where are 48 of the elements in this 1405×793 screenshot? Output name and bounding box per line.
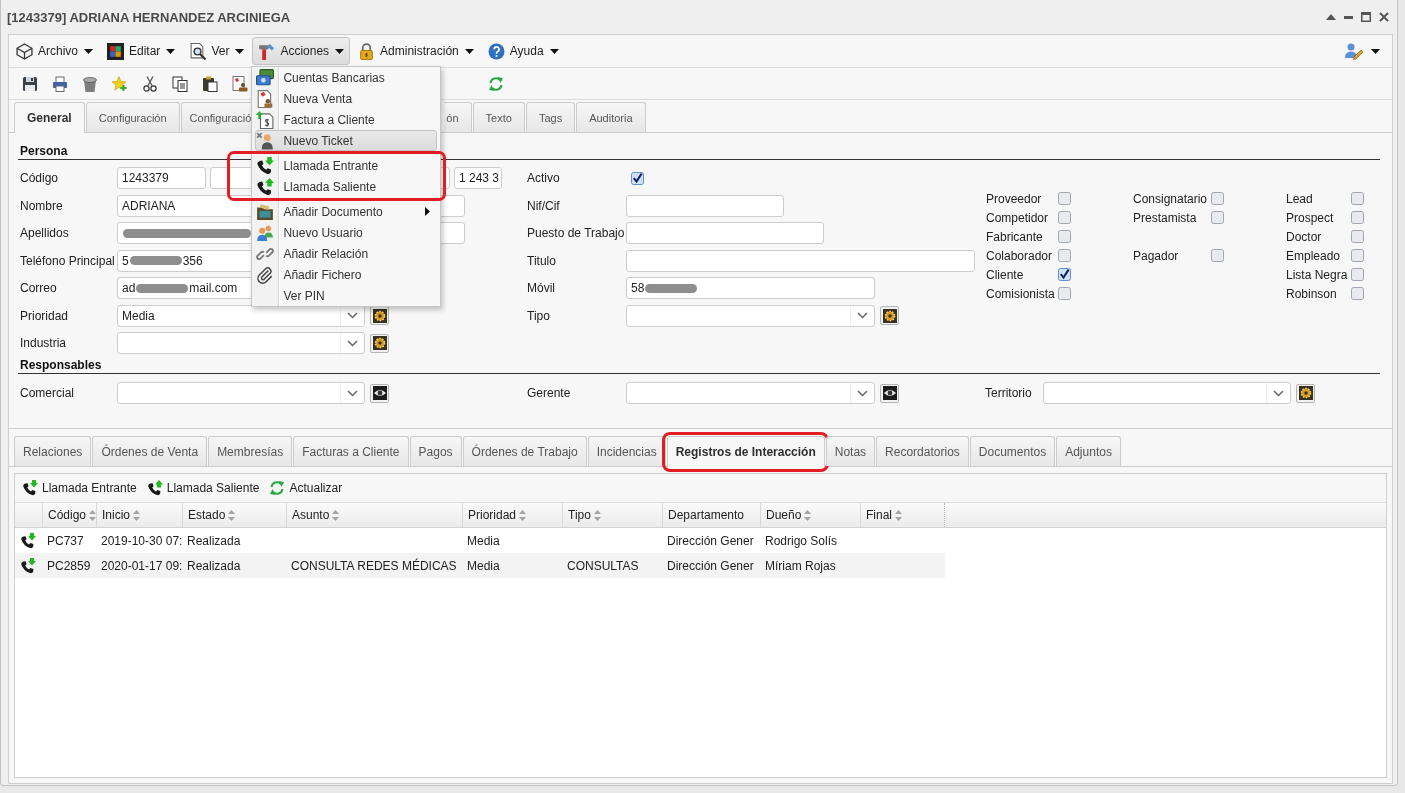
field-label: Titulo (526, 253, 557, 268)
table-cell-text: Rodrigo Solís (764, 533, 839, 548)
field-label: Teléfono Principal (19, 253, 116, 268)
table-cell-text: Realizada (186, 533, 242, 548)
field-label: Correo (19, 281, 58, 295)
field-label: Territorio (984, 386, 1033, 400)
table-cell-text: Dirección Gener (666, 533, 755, 548)
checkbox-label: Colaborador (985, 248, 1054, 263)
checkbox-label: Consignatario (1132, 191, 1209, 206)
checkbox-label: Lead (1285, 191, 1314, 206)
field-label: Prioridad (19, 308, 70, 323)
table-cell-text: 2019-10-30 07: (100, 533, 183, 548)
field-label: Comercial (19, 386, 75, 400)
field-label: Apellidos (19, 226, 70, 240)
table-cell-text: PC737 (46, 533, 85, 548)
table-cell-text: Míriam Rojas (764, 558, 837, 573)
table-cell-text: Realizada (186, 558, 242, 573)
field-label: Activo (526, 171, 561, 185)
field-label: Nombre (19, 198, 64, 213)
checkbox-label: Lista Negra (1285, 267, 1349, 282)
table-cell-text: PC2859 (46, 558, 92, 573)
checkbox-label: Robinson (1285, 286, 1338, 301)
table-cell-text: Media (466, 558, 501, 573)
field-label: Código (19, 171, 60, 185)
field-label: Nif/Cif (526, 198, 561, 213)
section-heading: Persona (20, 144, 68, 158)
section-heading: Responsables (20, 358, 102, 372)
field-label: Industria (19, 336, 68, 350)
checkbox-label: Prestamista (1132, 210, 1198, 225)
table-cell-text: CONSULTA REDES MÉDICAS (290, 558, 458, 573)
table-cell-text: Dirección Gener (666, 558, 755, 573)
table-cell-text: Media (466, 533, 501, 548)
table-cell-text: CONSULTAS (566, 558, 640, 573)
table-cell-text: 2020-01-17 09: (100, 558, 183, 573)
field-label: Puesto de Trabajo (526, 226, 626, 240)
checkbox-label: Competidor (985, 210, 1050, 225)
checkbox-label: Comisionista (985, 286, 1056, 301)
field-label: Tipo (526, 308, 551, 323)
checkbox-label: Prospect (1285, 210, 1335, 225)
field-label: Gerente (526, 386, 572, 400)
checkbox-label: Cliente (985, 267, 1025, 282)
checkbox-label: Empleado (1285, 248, 1342, 263)
checkbox-label: Fabricante (985, 229, 1044, 244)
checkbox-label: Doctor (1285, 229, 1323, 244)
checkbox-label: Pagador (1132, 248, 1180, 263)
window-title: [1243379] ADRIANA HERNANDEZ ARCINIEGA (7, 9, 292, 25)
checkbox-label: Proveedor (985, 191, 1043, 206)
field-label: Móvil (526, 281, 556, 295)
